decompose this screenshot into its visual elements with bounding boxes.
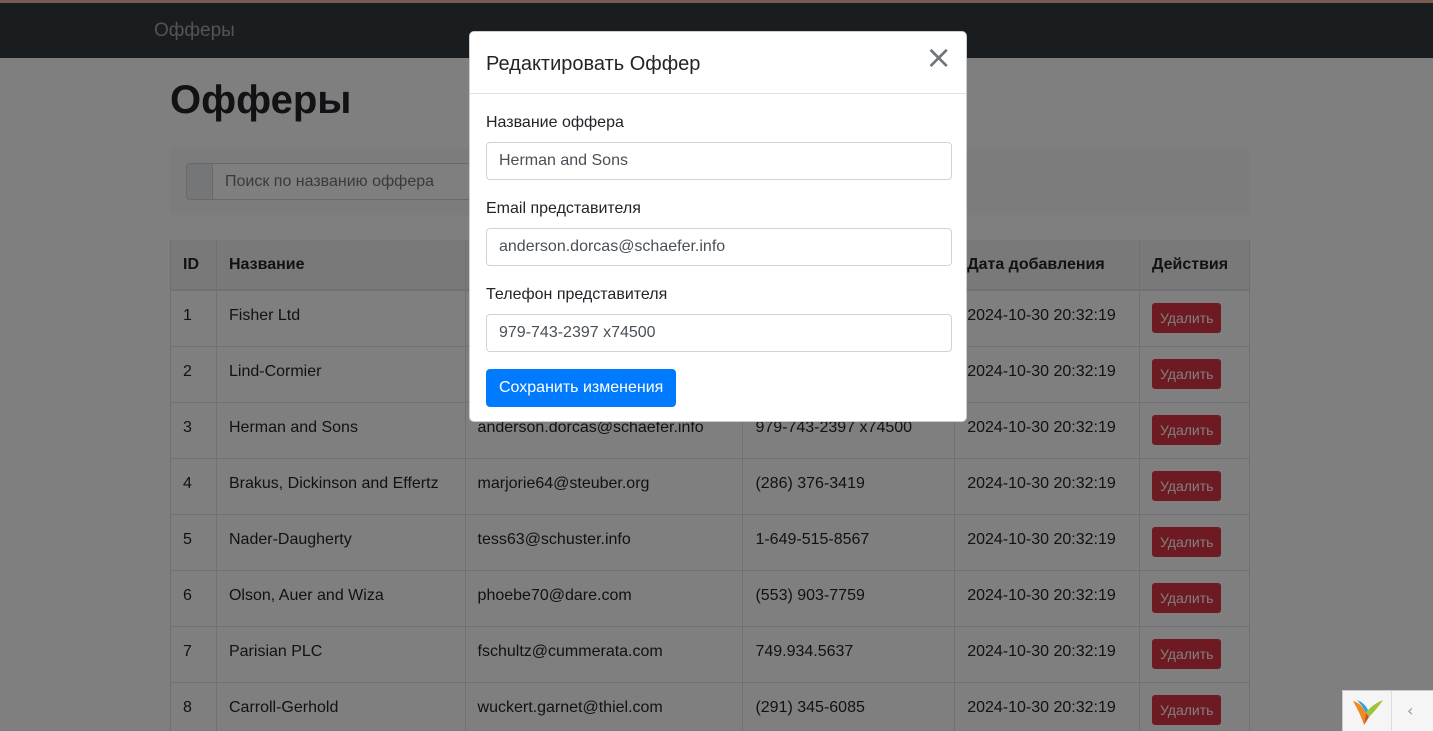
modal-title: Редактировать Оффер bbox=[486, 53, 701, 75]
email-input[interactable] bbox=[486, 228, 952, 266]
phone-group: Телефон представителя bbox=[486, 286, 952, 352]
phone-label: Телефон представителя bbox=[486, 286, 668, 303]
yii-logo-icon[interactable] bbox=[1351, 697, 1385, 727]
offer-name-label: Название оффера bbox=[486, 114, 624, 131]
offer-name-input[interactable] bbox=[486, 142, 952, 180]
debug-toolbar: ‹ bbox=[1342, 690, 1433, 731]
email-group: Email представителя bbox=[486, 200, 952, 266]
edit-offer-modal: Редактировать Оффер × Название оффера Em… bbox=[469, 31, 967, 422]
email-label: Email представителя bbox=[486, 200, 641, 217]
collapse-chevron-icon[interactable]: ‹ bbox=[1407, 701, 1413, 720]
debug-separator bbox=[1391, 691, 1392, 731]
close-icon[interactable]: × bbox=[925, 41, 952, 73]
phone-input[interactable] bbox=[486, 314, 952, 352]
offer-name-group: Название оффера bbox=[486, 114, 952, 180]
modal-header: Редактировать Оффер × bbox=[470, 32, 966, 94]
save-changes-button[interactable]: Сохранить изменения bbox=[486, 369, 677, 407]
